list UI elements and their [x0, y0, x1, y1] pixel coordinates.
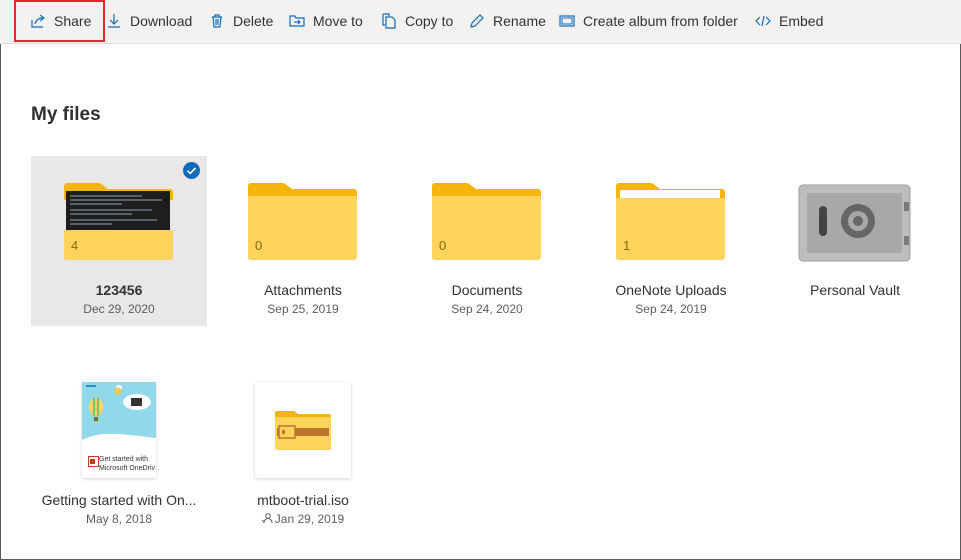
folder-tile-onenote-uploads[interactable]: 1 OneNote Uploads Sep 24, 2019: [583, 156, 759, 326]
item-count: 0: [439, 238, 447, 253]
shared-person-icon: [261, 513, 273, 524]
document-file-icon: [88, 456, 99, 467]
item-name[interactable]: Attachments: [215, 282, 391, 298]
item-date: May 8, 2018: [85, 512, 153, 526]
delete-label: Delete: [233, 13, 274, 29]
item-count: 4: [71, 238, 79, 253]
copy-to-button[interactable]: Copy to: [381, 0, 453, 42]
thumbnail-caption: Get started with Microsoft OneDrive: [99, 456, 155, 472]
file-tile-getting-started[interactable]: Get started with Microsoft OneDrive Gett…: [31, 374, 207, 544]
move-to-button[interactable]: Move to: [289, 0, 363, 42]
item-name[interactable]: Personal Vault: [767, 282, 943, 298]
rename-label: Rename: [493, 13, 546, 29]
iso-thumbnail: [255, 382, 351, 478]
pencil-icon: [470, 14, 484, 28]
item-date: Sep 24, 2019: [635, 302, 707, 316]
create-album-label: Create album from folder: [583, 13, 738, 29]
vault-icon: [798, 184, 911, 262]
move-to-icon: [289, 15, 305, 27]
delete-button[interactable]: Delete: [209, 0, 273, 42]
download-icon: [108, 14, 120, 28]
item-name[interactable]: OneNote Uploads: [583, 282, 759, 298]
create-album-button[interactable]: Create album from folder: [559, 0, 738, 42]
page-title: My files: [31, 104, 101, 125]
rename-button[interactable]: Rename: [469, 0, 546, 42]
item-name[interactable]: mtboot-trial.iso: [215, 492, 391, 508]
folder-tile-documents[interactable]: 0 Documents Sep 24, 2020: [399, 156, 575, 326]
move-to-label: Move to: [313, 13, 363, 29]
trash-icon: [212, 14, 222, 28]
code-icon: [755, 15, 771, 27]
share-highlight-box: [14, 0, 105, 42]
folder-icon: [64, 183, 173, 260]
folder-icon: [432, 183, 541, 260]
command-bar: Share Download Delete Move to Copy to Re…: [0, 0, 961, 44]
selected-check-icon[interactable]: [183, 162, 200, 179]
folder-tile-attachments[interactable]: 0 Attachments Sep 25, 2019: [215, 156, 391, 326]
disc-image-file-icon: [275, 411, 331, 450]
item-date-row: Jan 29, 2019: [215, 512, 391, 526]
folder-icon: [248, 183, 357, 260]
item-name[interactable]: Documents: [399, 282, 575, 298]
balloon-illustration-icon: [82, 382, 156, 452]
embed-label: Embed: [779, 13, 824, 29]
folder-tile-123456[interactable]: 4 123456 Dec 29, 2020: [31, 156, 207, 326]
copy-icon: [382, 13, 396, 29]
item-name[interactable]: 123456: [31, 282, 207, 298]
item-date: Sep 25, 2019: [267, 302, 339, 316]
item-date: Sep 24, 2020: [451, 302, 523, 316]
item-date: Dec 29, 2020: [83, 302, 155, 316]
item-name[interactable]: Getting started with On...: [31, 492, 207, 508]
file-tile-mtboot-trial[interactable]: mtboot-trial.iso Jan 29, 2019: [215, 374, 391, 544]
item-count: 1: [623, 238, 631, 253]
album-icon: [559, 15, 575, 27]
item-date: Jan 29, 2019: [274, 512, 345, 526]
folder-icon: [616, 183, 725, 260]
embed-button[interactable]: Embed: [755, 0, 823, 42]
copy-to-label: Copy to: [405, 13, 454, 29]
item-count: 0: [255, 238, 263, 253]
folder-tile-personal-vault[interactable]: Personal Vault: [767, 156, 943, 326]
download-button[interactable]: Download: [106, 0, 192, 42]
download-label: Download: [130, 13, 193, 29]
document-thumbnail: Get started with Microsoft OneDrive: [82, 382, 156, 478]
